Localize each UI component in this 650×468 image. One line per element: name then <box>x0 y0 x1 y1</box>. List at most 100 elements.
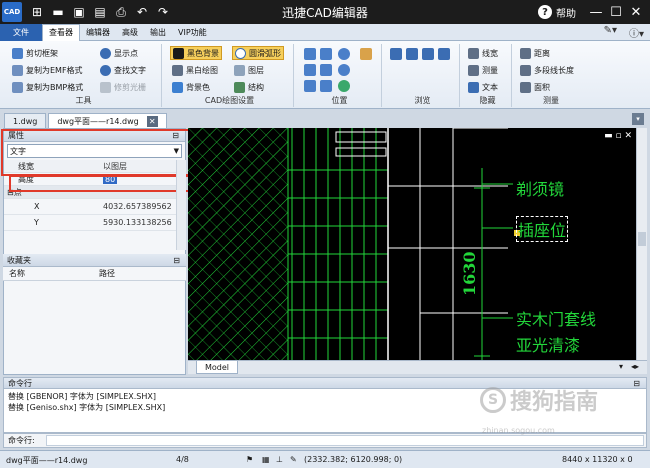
zoom-extents-icon[interactable] <box>320 48 332 60</box>
col-name: 名称 <box>9 269 25 278</box>
tab-advanced[interactable]: 高级 <box>116 24 144 41</box>
tab-model[interactable]: Model <box>196 361 239 374</box>
open-folder-icon[interactable]: ▬ <box>49 3 67 21</box>
ruler-icon <box>468 64 479 76</box>
measure-toggle-button[interactable]: 测量 <box>466 63 500 77</box>
scroll-right-icon[interactable]: ◂▸ <box>631 362 639 371</box>
zoom-region-icon[interactable] <box>320 64 332 76</box>
copy-bmp-button[interactable]: 复制为BMP格式 <box>10 80 85 94</box>
command-input-label: 命令行: <box>8 436 35 445</box>
view-next-icon[interactable] <box>320 80 332 92</box>
tab-output[interactable]: 输出 <box>144 24 172 41</box>
status-size: 8440 x 11320 x 0 <box>562 455 633 464</box>
redo-icon[interactable]: ↷ <box>154 3 172 21</box>
area-icon <box>520 81 531 93</box>
help-circle-icon[interactable]: ⓘ▾ <box>629 25 644 40</box>
highlight-frame-top <box>1 129 197 176</box>
layers-icon <box>234 64 245 76</box>
command-input[interactable] <box>46 435 644 446</box>
refresh-icon[interactable] <box>438 48 450 60</box>
viewport-window-controls[interactable]: ▬ ▫ ✕ <box>604 131 632 141</box>
new-icon[interactable]: ⊞ <box>28 3 46 21</box>
group-tools: 剪切框架 复制为EMF格式 复制为BMP格式 显示点 查找文字 修剪光栅 工具 <box>6 44 162 107</box>
osnap-icon[interactable]: ✎ <box>290 455 297 464</box>
tab-file[interactable]: 文件 <box>0 23 42 41</box>
bg-color-icon <box>172 81 183 93</box>
copy-emf-button[interactable]: 复制为EMF格式 <box>10 63 85 77</box>
polyline-icon <box>520 64 531 76</box>
polyline-length-button[interactable]: 多段线长度 <box>518 63 576 77</box>
bw-icon <box>172 64 183 76</box>
ortho-icon[interactable]: ⊥ <box>276 455 283 464</box>
bmp-icon <box>12 81 23 93</box>
group-hide: 线宽 测量 文本 隐藏 <box>464 44 512 107</box>
group-browse: 浏览 <box>386 44 460 107</box>
fit-icon[interactable] <box>304 64 316 76</box>
doc-tab-1[interactable]: 1.dwg <box>4 113 47 128</box>
tab-vip[interactable]: VIP功能 <box>172 24 213 41</box>
area-button[interactable]: 面积 <box>518 80 552 94</box>
tab-menu-icon[interactable]: ▾ <box>632 113 644 125</box>
properties-scrollbar[interactable] <box>176 160 186 250</box>
grid-icon[interactable]: ▦ <box>262 455 270 464</box>
black-background-button[interactable]: 黑色背景 <box>170 46 222 60</box>
status-bar: dwg平面——r14.dwg 4/8 ⚑ ▦ ⊥ ✎ (2332.382; 61… <box>0 450 650 468</box>
brush-icon[interactable]: ✎▾ <box>604 25 617 40</box>
structure-button[interactable]: 结构 <box>232 80 266 94</box>
save-as-icon[interactable]: ▤ <box>91 3 109 21</box>
print-icon[interactable]: ⎙ <box>112 3 130 21</box>
undo-icon[interactable]: ↶ <box>133 3 151 21</box>
doc-tab-2[interactable]: dwg平面——r14.dwg ✕ <box>48 113 167 128</box>
tab-editor[interactable]: 编辑器 <box>80 24 116 41</box>
viewport-scrollbar[interactable] <box>636 128 647 360</box>
ribbon: 剪切框架 复制为EMF格式 复制为BMP格式 显示点 查找文字 修剪光栅 工具 … <box>0 41 650 109</box>
watermark-url: zhinan.sogou.com <box>482 426 555 435</box>
show-points-button[interactable]: 显示点 <box>98 46 140 60</box>
status-file: dwg平面——r14.dwg <box>6 456 88 465</box>
highlight-frame-height <box>9 175 197 192</box>
save-icon[interactable]: ▣ <box>70 3 88 21</box>
orbit-icon[interactable] <box>338 80 350 92</box>
distance-button[interactable]: 距离 <box>518 46 552 60</box>
favorites-pin-icon[interactable]: ⊟ <box>173 256 180 265</box>
close-tab-icon[interactable]: ✕ <box>146 115 158 127</box>
arrow-left-icon[interactable] <box>390 48 402 60</box>
group-hide-label: 隐藏 <box>479 96 496 105</box>
linewidth-button[interactable]: 线宽 <box>466 46 500 60</box>
dimension-1630: 1630 <box>460 251 479 296</box>
favorites-columns: 名称 路径 <box>3 267 186 281</box>
command-pin-icon[interactable]: ⊟ <box>633 379 640 388</box>
scroll-left-icon[interactable]: ▾ <box>619 362 623 371</box>
cad-viewport[interactable]: ▬ ▫ ✕ 剃须镜 插座位 1630 实木门套线 亚光清漆 <box>188 128 636 360</box>
page-icon[interactable] <box>422 48 434 60</box>
group-cad-label: CAD绘图设置 <box>204 96 255 105</box>
zoom-out-icon[interactable] <box>338 64 350 76</box>
maximize-button[interactable]: ☐ <box>606 2 626 22</box>
help-icon: ? <box>538 5 552 19</box>
zoom-window-icon[interactable] <box>304 48 316 60</box>
smooth-arc-button[interactable]: 圆滑弧形 <box>232 46 284 60</box>
minimize-button[interactable]: — <box>586 2 606 22</box>
group-position-label: 位置 <box>331 96 348 105</box>
close-button[interactable]: ✕ <box>626 2 646 22</box>
pan-hand-icon[interactable] <box>360 48 372 60</box>
label-socket[interactable]: 插座位 <box>516 216 569 242</box>
zoom-in-icon[interactable] <box>338 48 350 60</box>
group-measure: 距离 多段线长度 面积 测量 <box>516 44 586 107</box>
bw-drawing-button[interactable]: 黑白绘图 <box>170 63 220 77</box>
prop-row-x[interactable]: X 4032.657389562 <box>4 199 185 215</box>
tab-viewer[interactable]: 查看器 <box>42 23 80 41</box>
find-text-button[interactable]: 查找文字 <box>98 63 148 77</box>
text-toggle-button[interactable]: 文本 <box>466 80 500 94</box>
view-prev-icon[interactable] <box>304 80 316 92</box>
clip-frame-button[interactable]: 剪切框架 <box>10 46 60 60</box>
watermark-logo: S 搜狗指南 <box>480 384 598 416</box>
arrow-right-icon[interactable] <box>406 48 418 60</box>
prop-row-y[interactable]: Y 5930.133138256 <box>4 215 185 231</box>
snap-icon[interactable]: ⚑ <box>246 455 253 464</box>
scroll-thumb[interactable] <box>638 232 646 246</box>
help-button[interactable]: ? 帮助 <box>538 5 576 20</box>
trim-raster-button[interactable]: 修剪光栅 <box>98 80 148 94</box>
layers-button[interactable]: 图层 <box>232 63 266 77</box>
background-color-button[interactable]: 背景色 <box>170 80 212 94</box>
